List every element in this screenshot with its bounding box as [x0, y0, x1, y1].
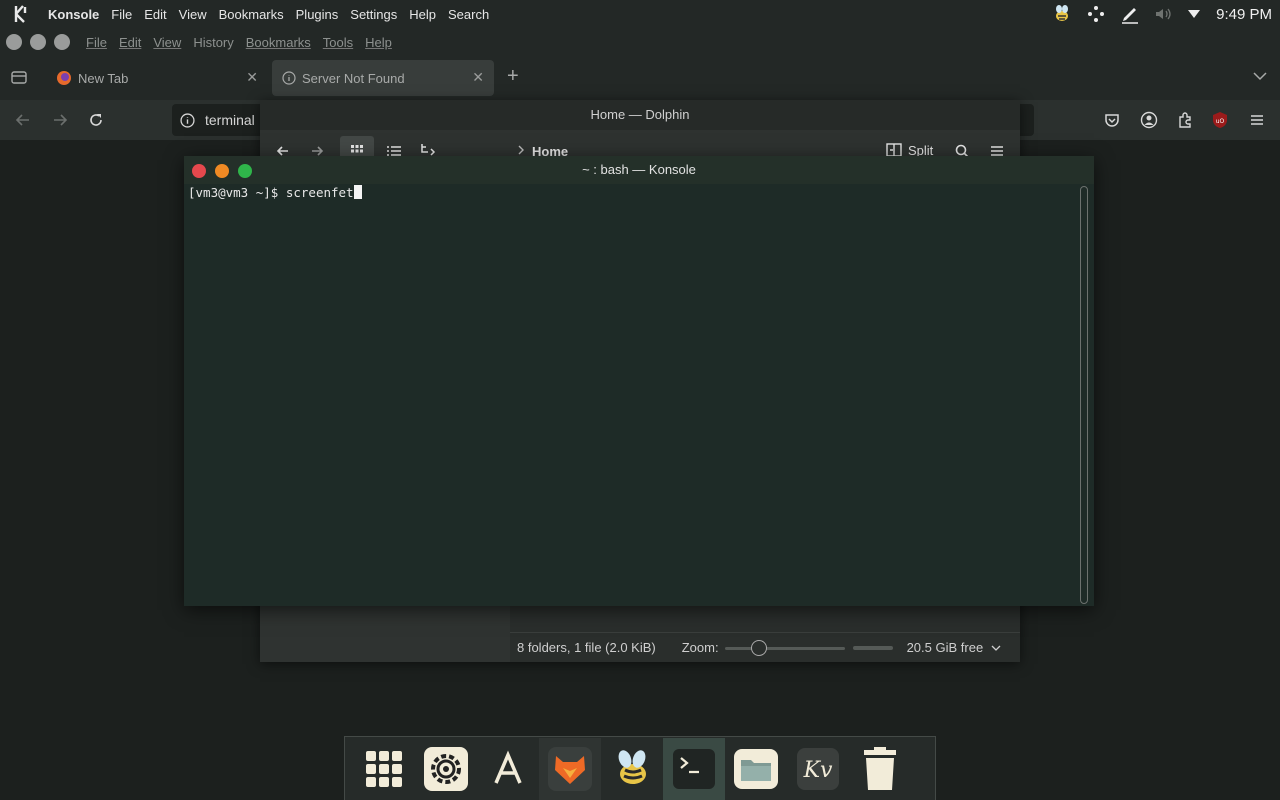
app-name[interactable]: Konsole [42, 7, 105, 22]
command-input[interactable]: screenfet [286, 185, 354, 200]
settings-icon[interactable] [415, 738, 477, 800]
back-arrow-icon[interactable] [14, 111, 32, 129]
text-cursor [353, 185, 362, 199]
firefox-icon [56, 70, 72, 86]
scrollbar[interactable] [1080, 186, 1088, 604]
free-space[interactable]: 20.5 GiB free [907, 640, 984, 655]
reload-icon[interactable] [87, 111, 105, 129]
clock[interactable]: 9:49 PM [1216, 6, 1272, 23]
disk-usage-bar [852, 645, 893, 650]
ff-menu-view[interactable]: View [147, 35, 187, 50]
svg-text:uO: uO [1216, 118, 1225, 125]
kv-icon[interactable]: Kv [787, 738, 849, 800]
chevron-down-icon[interactable] [1252, 70, 1268, 82]
tab-server-not-found[interactable]: Server Not Found ✕ [272, 60, 494, 96]
close-button[interactable] [192, 164, 206, 178]
zoom-slider[interactable] [724, 639, 845, 656]
shell-prompt: [vm3@vm3 ~]$ [188, 185, 286, 200]
pen-icon[interactable] [1120, 4, 1140, 24]
forward-arrow-icon[interactable] [51, 111, 69, 129]
top-menu-bookmarks[interactable]: Bookmarks [213, 7, 290, 22]
zoom-label: Zoom: [681, 640, 719, 655]
extensions-icon[interactable] [1176, 111, 1194, 129]
new-tab-plus-icon[interactable]: + [507, 65, 519, 88]
terminal-output[interactable]: [vm3@vm3 ~]$ screenfet [188, 184, 362, 201]
places-panel[interactable] [260, 605, 510, 662]
dolphin-titlebar[interactable]: Home — Dolphin [260, 100, 1020, 130]
network-icon[interactable] [1086, 4, 1106, 24]
ff-menu-bookmarks[interactable]: Bookmarks [240, 35, 317, 50]
window-title: ~ : bash — Konsole [582, 162, 696, 177]
close-icon[interactable]: ✕ [472, 69, 484, 86]
arrow-down-icon[interactable] [1186, 6, 1202, 22]
window-minimize-button[interactable] [30, 34, 46, 50]
tab-list-icon[interactable] [10, 68, 28, 86]
konsole-titlebar[interactable]: ~ : bash — Konsole [184, 156, 1094, 184]
chevron-down-icon[interactable] [991, 644, 1001, 652]
account-icon[interactable] [1140, 111, 1158, 129]
url-text[interactable]: terminal [205, 112, 255, 128]
files-icon[interactable] [725, 738, 787, 800]
top-menu-plugins[interactable]: Plugins [290, 7, 345, 22]
kde-logo-icon[interactable] [0, 3, 42, 25]
chevron-right-icon [516, 144, 526, 156]
system-tray: 9:49 PM [1052, 0, 1272, 28]
dolphin-statusbar: 8 folders, 1 file (2.0 KiB) Zoom: 20.5 G… [510, 632, 1020, 662]
ff-menu-tools[interactable]: Tools [317, 35, 359, 50]
folder-summary: 8 folders, 1 file (2.0 KiB) [517, 640, 656, 655]
info-icon [180, 112, 195, 128]
firefox-icon[interactable] [539, 737, 601, 800]
konsole-window: ~ : bash — Konsole [vm3@vm3 ~]$ screenfe… [184, 156, 1094, 606]
volume-icon[interactable] [1154, 5, 1172, 23]
minimize-button[interactable] [215, 164, 229, 178]
window-close-button[interactable] [6, 34, 22, 50]
top-menu-edit[interactable]: Edit [138, 7, 172, 22]
top-menu-search[interactable]: Search [442, 7, 495, 22]
tab-label: New Tab [78, 70, 129, 86]
top-menu-settings[interactable]: Settings [344, 7, 403, 22]
tree-view-icon[interactable] [420, 143, 436, 157]
app-grid-icon[interactable] [353, 738, 415, 800]
ff-menu-file[interactable]: File [80, 35, 113, 50]
bee-icon[interactable] [601, 738, 663, 800]
text-editor-icon[interactable] [477, 738, 539, 800]
top-menu-help[interactable]: Help [403, 7, 442, 22]
pocket-icon[interactable] [1103, 111, 1121, 129]
firefox-menubar: File Edit View History Bookmarks Tools H… [0, 28, 1280, 56]
dock: Kv [344, 736, 936, 800]
top-menu-view[interactable]: View [173, 7, 213, 22]
ublock-icon[interactable]: uO [1211, 111, 1229, 129]
top-menu-file[interactable]: File [105, 7, 138, 22]
ff-menu-edit[interactable]: Edit [113, 35, 147, 50]
hamburger-menu-icon[interactable] [1248, 111, 1266, 129]
window-maximize-button[interactable] [54, 34, 70, 50]
tab-label: Server Not Found [302, 70, 405, 86]
close-icon[interactable]: ✕ [246, 69, 258, 86]
trash-icon[interactable] [849, 738, 911, 800]
info-icon [282, 71, 296, 85]
bee-icon[interactable] [1052, 4, 1072, 24]
ff-menu-help[interactable]: Help [359, 35, 398, 50]
maximize-button[interactable] [238, 164, 252, 178]
tab-new-tab[interactable]: New Tab ✕ [46, 60, 268, 96]
ff-menu-history[interactable]: History [187, 35, 239, 50]
svg-text:Kv: Kv [803, 758, 833, 783]
terminal-icon[interactable] [663, 737, 725, 800]
firefox-tabbar: New Tab ✕ Server Not Found ✕ + [0, 56, 1280, 100]
